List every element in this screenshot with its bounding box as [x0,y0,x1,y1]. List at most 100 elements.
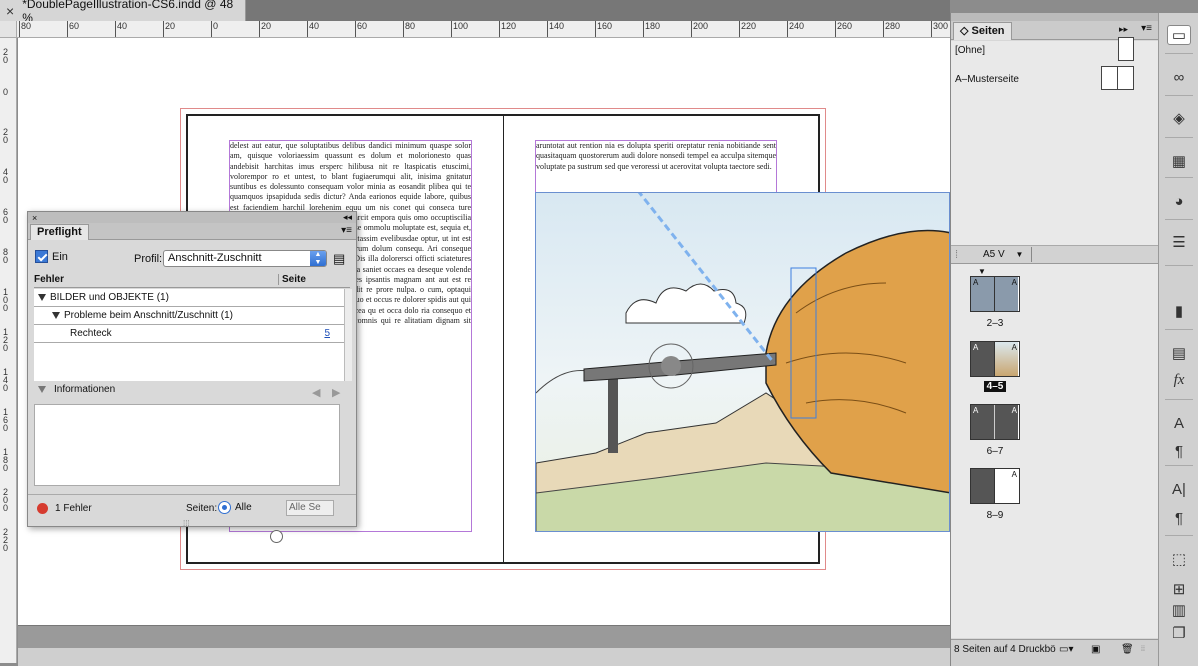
links-icon[interactable]: ∞ [1167,67,1191,87]
panel-menu-icon[interactable]: ▾≡ [341,225,352,236]
master-letter: A [973,278,979,287]
profile-select[interactable]: Anschnitt-Zuschnitt ▲ ▼ [163,250,327,267]
masters-section: [Ohne] A–Musterseite [951,37,1159,255]
spread-label-text: 4–5 [983,381,1007,392]
radio-range-button[interactable] [270,530,283,543]
panel-dock-bar[interactable] [951,13,1158,21]
panel-title-bar[interactable]: × ◂◂ [28,212,356,223]
tree-row-images[interactable]: BILDER und OBJEKTE (1) [34,289,344,307]
effects-icon[interactable]: fx [1167,370,1191,390]
swatches-icon[interactable]: ▦ [1167,151,1191,171]
tree-row-bleed[interactable]: Probleme beim Anschnitt/Zuschnitt (1) [34,307,344,325]
paragraph-icon[interactable]: ¶ [1167,508,1191,528]
align-icon[interactable]: ⊞ [1167,579,1191,599]
info-label: Informationen [54,384,116,395]
spread-label[interactable]: 8–9 [965,510,1025,521]
ruler-label: 300 [933,21,949,31]
profile-define-icon[interactable]: ▤ [333,251,345,267]
expand-triangle-icon[interactable] [52,311,60,319]
illustration-frame[interactable] [535,192,950,532]
close-tab-icon[interactable]: × [6,3,14,19]
layers-icon[interactable]: ◈ [1167,108,1191,128]
enable-toggle[interactable]: Ein [35,250,68,263]
resize-grip-icon[interactable]: ⁞⁞ [1141,646,1145,653]
pages-panel[interactable]: ◇ Seiten ▸▸ ▾≡ [Ohne] A–Musterseite ⁞ A5… [950,13,1159,666]
enable-label: Ein [52,250,68,263]
resize-grip-icon[interactable]: ⁞ [955,249,958,261]
ruler-label: 220 [3,527,9,553]
ruler-tick [595,21,596,37]
error-list-scrollbar[interactable] [344,289,352,381]
enable-checkbox[interactable] [35,250,48,263]
master-a[interactable]: A–Musterseite [955,74,1019,85]
ruler-label: 40 [3,167,9,185]
page-link[interactable]: 5 [324,325,330,342]
horizontal-ruler[interactable]: 80 60 40 20 0 20 40 60 80 100 120 140 160 180 200 220 24… [17,21,950,38]
status-strip [18,648,950,666]
radio-all-button[interactable] [218,501,231,514]
collapse-panel-icon[interactable]: ◂◂ [343,212,352,223]
page-range-field[interactable]: Alle Se [286,500,334,516]
ruler-label: 40 [117,21,128,31]
tab-preflight[interactable]: Preflight [30,224,89,240]
ruler-label: 120 [501,21,517,31]
spread-thumb-selected[interactable]: A A [970,341,1020,377]
divider [1165,219,1193,220]
radio-all[interactable]: Alle [218,501,252,514]
spread-label-selected[interactable]: 4–5 [965,381,1025,392]
new-page-icon[interactable]: ▣ [1091,644,1100,655]
expand-triangle-icon[interactable] [38,293,46,301]
page-size-select[interactable]: A5 V ▼ [975,247,1035,262]
divider [1165,399,1193,400]
master-none[interactable]: [Ohne] [955,45,985,56]
character-icon[interactable]: A| [1167,479,1191,499]
profile-value: Anschnitt-Zuschnitt [168,252,262,264]
expand-panel-icon[interactable]: ▸▸ [1119,24,1128,35]
ruler-label: 200 [693,21,709,31]
transform-icon[interactable]: ⬚ [1167,549,1191,569]
ruler-tick [835,21,836,37]
tab-pages[interactable]: ◇ Seiten [953,22,1012,40]
object-styles-icon[interactable]: ❐ [1167,623,1191,643]
master-letter: A [1011,406,1017,415]
table-icon[interactable]: ▥ [1167,600,1191,620]
divider [1165,53,1193,54]
col-page[interactable]: Seite [278,274,306,285]
color-icon[interactable]: ◕ [1167,191,1191,211]
tree-row-rectangle[interactable]: Rechteck 5 [34,325,344,343]
preflight-panel[interactable]: × ◂◂ Preflight ▾≡ Ein Profil: Anschnitt-… [27,211,357,543]
close-panel-icon[interactable]: × [32,213,37,223]
ruler-tick [355,21,356,37]
next-arrow-icon[interactable]: ▶ [332,386,340,399]
spread-thumb[interactable]: A A [970,276,1020,312]
ruler-label: 80 [3,247,9,265]
stroke-icon[interactable]: ☰ [1167,232,1191,252]
col-error[interactable]: Fehler [34,274,64,285]
horizontal-scrollbar[interactable] [18,625,950,648]
right-text-frame[interactable]: aruntotat aut rention nia es dolupta spe… [535,140,777,192]
panel-icon-strip: ▭ ∞ ◈ ▦ ◕ ☰ ▮ ▤ fx A ¶ A| ¶ ⬚ ⊞ ▥ ❐ [1158,13,1198,666]
divider [1031,247,1032,262]
pages-label: Seiten: [186,503,218,514]
character-styles-icon[interactable]: A [1167,413,1191,433]
spread-label[interactable]: 6–7 [965,446,1025,457]
spread-thumb[interactable]: A A [970,404,1020,440]
prev-arrow-icon[interactable]: ◀ [312,386,320,399]
gradient-icon[interactable]: ▮ [1167,301,1191,321]
spread-thumb[interactable]: A [970,468,1020,504]
resize-grip-icon[interactable]: ⁞⁞⁞ [183,519,190,528]
vertical-ruler[interactable]: 20 0 20 40 60 80 100 120 140 160 180 200 220 [0,38,17,663]
info-section-header[interactable]: Informationen [34,384,115,395]
text-wrap-icon[interactable]: ▤ [1167,343,1191,363]
expand-triangle-icon[interactable] [38,386,46,393]
edit-page-size-icon[interactable]: ▭▾ [1059,644,1073,655]
pages-icon[interactable]: ▭ [1167,25,1191,45]
panel-menu-icon[interactable]: ▾≡ [1141,23,1152,34]
master-none-thumb[interactable] [1118,37,1134,61]
delete-page-icon[interactable]: 🗑 [1121,644,1134,655]
spread-label[interactable]: 2–3 [965,318,1025,329]
master-a-thumb[interactable] [1101,66,1134,90]
paragraph-styles-icon[interactable]: ¶ [1167,441,1191,461]
ruler-corner[interactable] [0,21,17,38]
document-tab[interactable]: × *DoublePageIllustration-CS6.indd @ 48 … [0,0,246,25]
